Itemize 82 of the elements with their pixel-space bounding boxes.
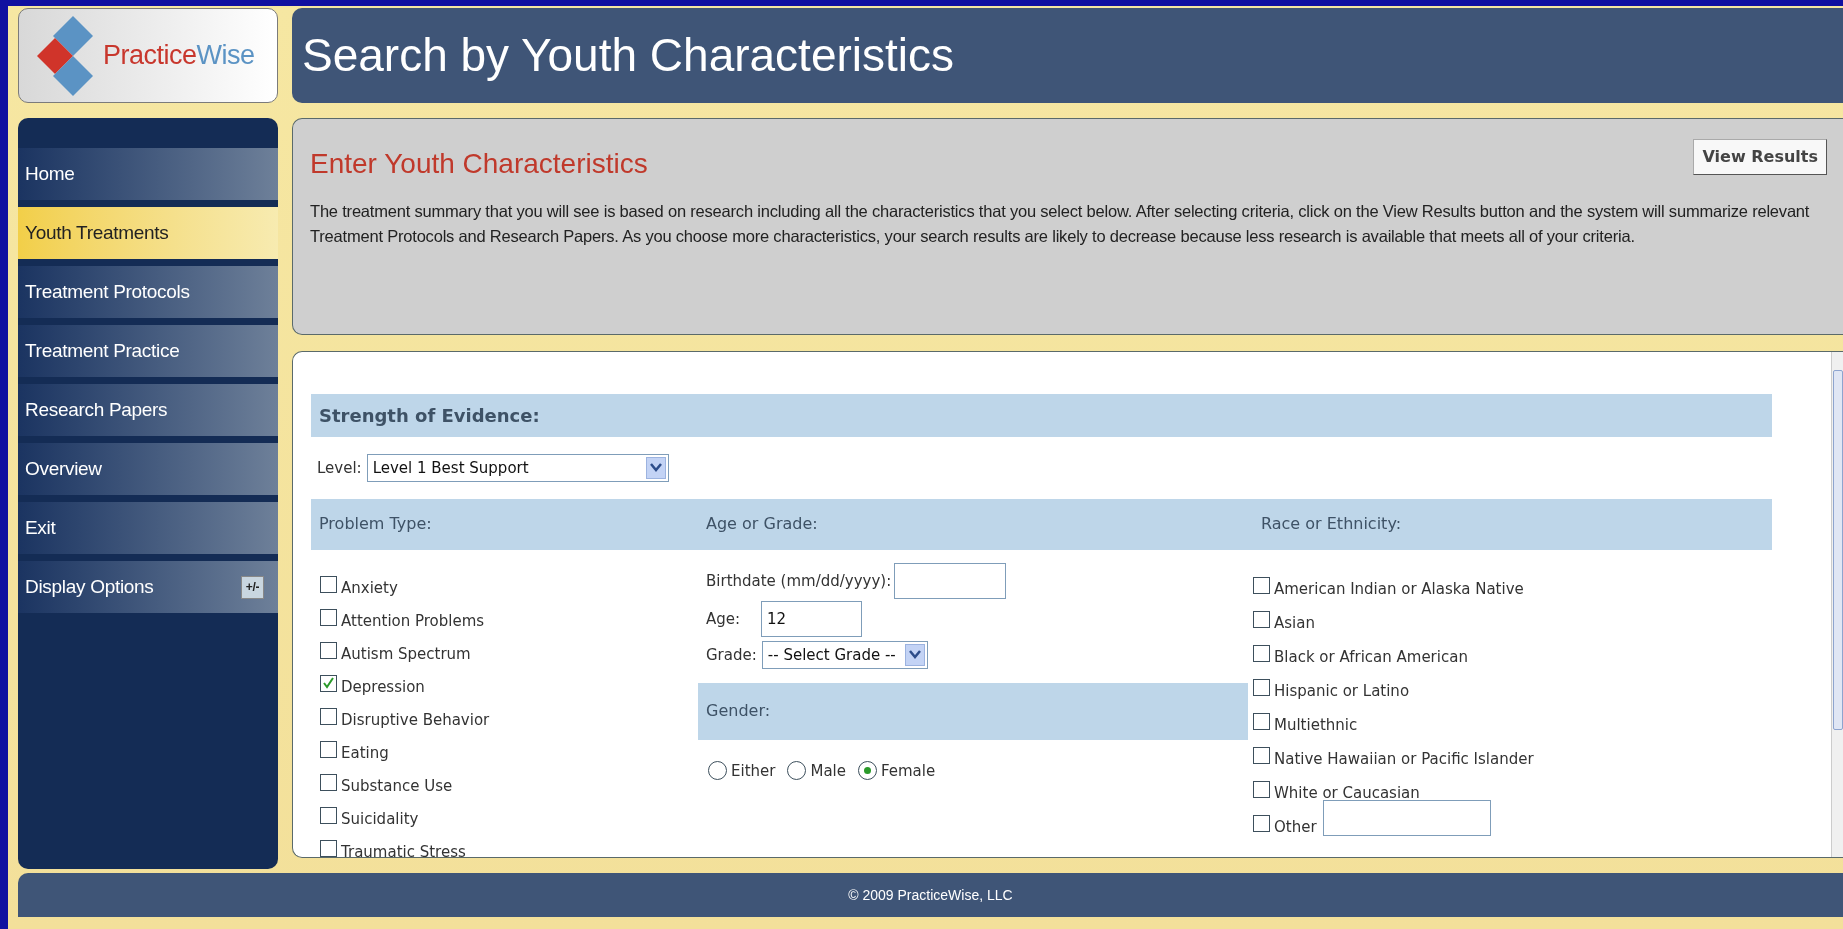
option-label: Anxiety (341, 578, 398, 597)
nav-item[interactable]: Treatment Practice (18, 325, 278, 377)
checkbox[interactable] (320, 641, 337, 659)
checkbox[interactable] (1253, 610, 1270, 628)
checkbox[interactable] (1253, 814, 1270, 832)
checkbox[interactable] (1253, 576, 1270, 594)
scrollbar[interactable] (1831, 351, 1843, 857)
age-label: Age: (706, 608, 742, 630)
birthdate-label: Birthdate (mm/dd/yyyy): (706, 570, 892, 592)
option-label: Other (1274, 817, 1317, 836)
option-label: Eating (341, 743, 389, 762)
birthdate-field[interactable] (894, 562, 1007, 599)
nav-item[interactable]: Exit (18, 502, 278, 554)
option-label: Substance Use (341, 776, 453, 795)
select-value: -- Select Grade -- (767, 644, 896, 666)
option-label: Attention Problems (341, 611, 485, 630)
checkbox[interactable] (1253, 746, 1270, 764)
intro-heading: Enter Youth Characteristics (310, 147, 648, 181)
checkbox[interactable] (320, 839, 337, 857)
checkbox[interactable] (320, 740, 337, 758)
checkbox[interactable] (1253, 712, 1270, 730)
other-field[interactable] (1322, 799, 1491, 836)
checkbox[interactable] (320, 575, 337, 593)
checkbox[interactable] (320, 707, 337, 725)
nav-item[interactable]: Overview (18, 443, 278, 495)
logo-text: PracticeWise (103, 39, 255, 73)
option-label: Female (880, 760, 936, 782)
checkbox[interactable] (320, 806, 337, 824)
checkbox[interactable] (320, 608, 337, 626)
option-label: Hispanic or Latino (1274, 681, 1410, 700)
nav-label: Overview (25, 456, 102, 481)
nav-label: Exit (25, 515, 56, 540)
section-heading: Problem Type: (318, 513, 433, 536)
radio-button[interactable] (857, 761, 877, 781)
intro-text: The treatment summary that you will see is based on research including all the characteristics that you select below. After selecting criteria, click on the View Results button and the system will summarize relevant Treatment Protocols and Research Papers. As you choose more characteristics, your search results are likely to decrease because less research is available that meets all of your criteria. (310, 201, 1811, 247)
option-label: Disruptive Behavior (341, 710, 490, 729)
radio-button[interactable] (708, 761, 727, 781)
radio-button[interactable] (787, 761, 807, 781)
view-results-button[interactable]: View Results (1693, 139, 1827, 175)
scrollbar-thumb[interactable] (1833, 369, 1843, 730)
grade-label: Grade: (706, 644, 757, 666)
option-label: Suicidality (341, 809, 419, 828)
nav-item[interactable]: Research Papers (18, 384, 278, 436)
grade-select[interactable]: -- Select Grade -- (761, 640, 928, 669)
checkbox[interactable] (320, 773, 337, 791)
nav-item[interactable]: Home (18, 148, 278, 200)
section-heading: Age or Grade: (705, 513, 819, 536)
toggle-button[interactable]: +/- (241, 575, 264, 599)
option-label: Either (731, 760, 776, 782)
nav-label: Treatment Practice (25, 338, 180, 363)
page-title: Search by Youth Characteristics (302, 28, 955, 83)
option-label: American Indian or Alaska Native (1274, 579, 1524, 598)
checkbox[interactable] (1253, 780, 1270, 798)
nav-label: Display Options (25, 574, 154, 599)
option-label: Autism Spectrum (341, 644, 471, 663)
nav-item[interactable]: Display Options +/- (18, 561, 278, 613)
nav-item[interactable]: Treatment Protocols (18, 266, 278, 318)
option-label: Traumatic Stress (341, 842, 466, 857)
option-label: Multiethnic (1274, 715, 1358, 734)
nav-label: Treatment Protocols (25, 279, 190, 304)
level-label: Level: (317, 457, 362, 479)
select-value: Level 1 Best Support (372, 457, 529, 479)
option-label: Asian (1274, 613, 1315, 632)
option-label: Native Hawaiian or Pacific Islander (1274, 749, 1534, 768)
age-field[interactable]: 12 (761, 600, 862, 637)
section-heading: Strength of Evidence: (319, 403, 540, 428)
checkbox[interactable] (1253, 678, 1270, 696)
checkbox[interactable] (320, 674, 337, 692)
nav-item[interactable]: Youth Treatments (18, 207, 278, 259)
option-label: Male (810, 760, 846, 782)
logo[interactable]: PracticeWise (18, 8, 278, 103)
nav-label: Home (25, 161, 75, 186)
nav-label: Research Papers (25, 397, 168, 422)
level-select[interactable]: Level 1 Best Support (366, 453, 669, 482)
section-heading: Race or Ethnicity: (1260, 513, 1402, 536)
option-label: White or Caucasian (1274, 783, 1420, 802)
nav-label: Youth Treatments (25, 220, 169, 245)
section-heading: Gender: (706, 700, 771, 723)
option-label: Black or African American (1274, 647, 1468, 666)
checkbox[interactable] (1253, 644, 1270, 662)
footer: © 2009 PracticeWise, LLC (18, 873, 1843, 917)
option-label: Depression (341, 677, 425, 696)
